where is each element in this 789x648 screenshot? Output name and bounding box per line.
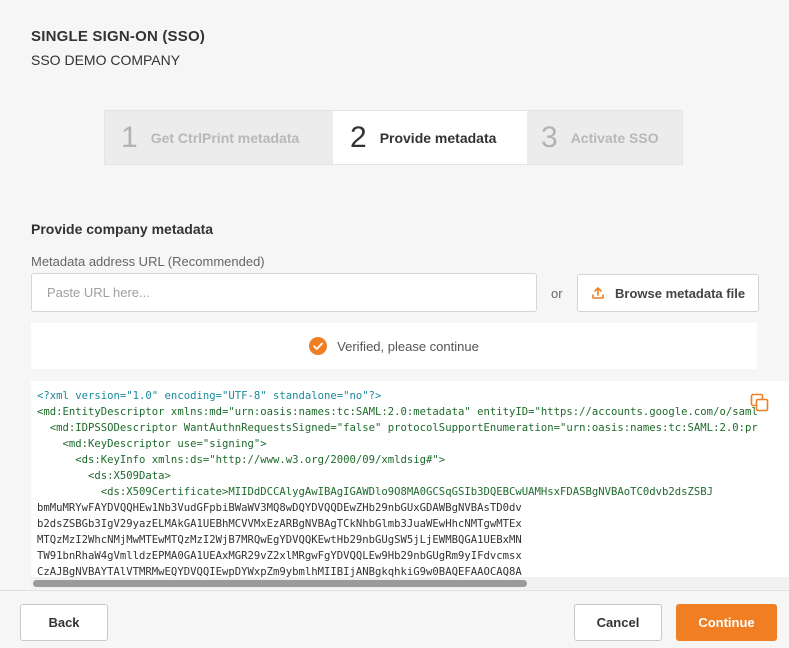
step-number: 3: [541, 120, 558, 154]
copy-icon[interactable]: [750, 393, 770, 413]
horizontal-scroll-thumb[interactable]: [33, 580, 527, 587]
verification-text: Verified, please continue: [337, 338, 479, 354]
xml-line: <md:KeyDescriptor use="signing">: [37, 438, 267, 450]
xml-line: <ds:KeyInfo xmlns:ds="http://www.w3.org/…: [37, 454, 446, 466]
url-field-label: Metadata address URL (Recommended): [31, 254, 265, 269]
horizontal-scrollbar[interactable]: [31, 577, 789, 589]
company-name: SSO DEMO COMPANY: [31, 52, 181, 68]
step-label: Provide metadata: [379, 129, 497, 146]
verification-status: Verified, please continue: [31, 323, 757, 369]
back-button[interactable]: Back: [20, 604, 108, 641]
metadata-xml-content: <?xml version="1.0" encoding="UTF-8" sta…: [37, 388, 758, 580]
wizard-stepper: 1 Get CtrlPrint metadata 2 Provide metad…: [104, 110, 683, 165]
metadata-url-input[interactable]: [31, 273, 537, 312]
upload-icon: [591, 286, 605, 300]
cancel-button[interactable]: Cancel: [574, 604, 662, 641]
section-title: Provide company metadata: [31, 221, 214, 237]
step-label: Activate SSO: [570, 129, 659, 146]
or-separator: or: [551, 286, 563, 301]
xml-line: <ds:X509Data>: [37, 470, 171, 482]
step-provide-metadata: 2 Provide metadata: [333, 111, 527, 164]
xml-line: MTQzMzI2WhcNMjMwMTEwMTQzMzI2WjB7MRQwEgYD…: [37, 534, 522, 546]
page-title: SINGLE SIGN-ON (SSO): [31, 28, 206, 45]
metadata-xml-viewer[interactable]: <?xml version="1.0" encoding="UTF-8" sta…: [31, 381, 789, 589]
xml-line: bmMuMRYwFAYDVQQHEw1Nb3VudGFpbiBWaWV3MQ8w…: [37, 502, 522, 514]
browse-metadata-file-button[interactable]: Browse metadata file: [577, 274, 759, 312]
xml-line: <md:EntityDescriptor xmlns:md="urn:oasis…: [37, 406, 758, 418]
step-number: 1: [121, 120, 138, 154]
xml-line: b2dsZSBGb3IgV29yazELMAkGA1UEBhMCVVMxEzAR…: [37, 518, 522, 530]
xml-line: TW91bnRhaW4gVmlldzEPMA0GA1UEAxMGR29vZ2xl…: [37, 550, 522, 562]
page-header: SINGLE SIGN-ON (SSO) SSO DEMO COMPANY: [31, 28, 205, 68]
check-circle-icon: [309, 337, 328, 355]
footer-divider: [0, 590, 789, 591]
step-get-metadata: 1 Get CtrlPrint metadata: [121, 111, 299, 164]
xml-line: <?xml version="1.0" encoding="UTF-8" sta…: [37, 390, 382, 402]
continue-button[interactable]: Continue: [676, 604, 777, 641]
xml-line: <md:IDPSSODescriptor WantAuthnRequestsSi…: [37, 422, 758, 434]
browse-button-label: Browse metadata file: [615, 285, 746, 301]
step-activate-sso: 3 Activate SSO: [541, 111, 659, 164]
xml-line: <ds:X509Certificate>MIIDdDCCAlygAwIBAgIG…: [37, 486, 714, 498]
step-label: Get CtrlPrint metadata: [150, 129, 300, 146]
step-number: 2: [350, 120, 367, 154]
